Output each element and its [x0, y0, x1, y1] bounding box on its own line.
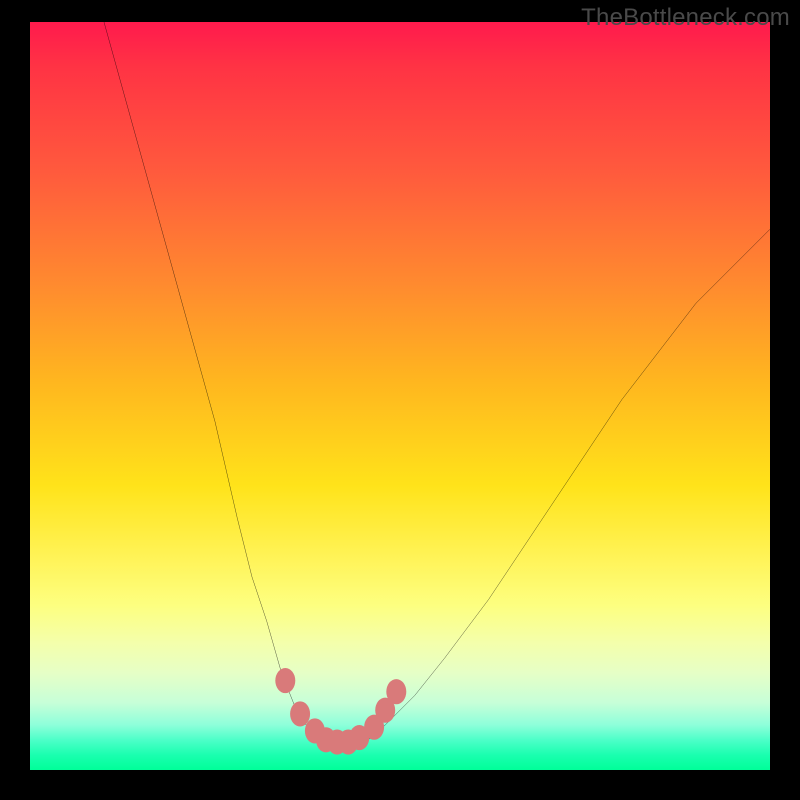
highlight-dot [275, 668, 295, 693]
highlight-dot [290, 701, 310, 726]
chart-frame: TheBottleneck.com [0, 0, 800, 800]
marker-layer [30, 22, 770, 762]
plot-area [30, 22, 770, 770]
highlight-dot [386, 679, 406, 704]
highlight-markers-group [275, 668, 406, 755]
watermark-text: TheBottleneck.com [581, 4, 790, 32]
